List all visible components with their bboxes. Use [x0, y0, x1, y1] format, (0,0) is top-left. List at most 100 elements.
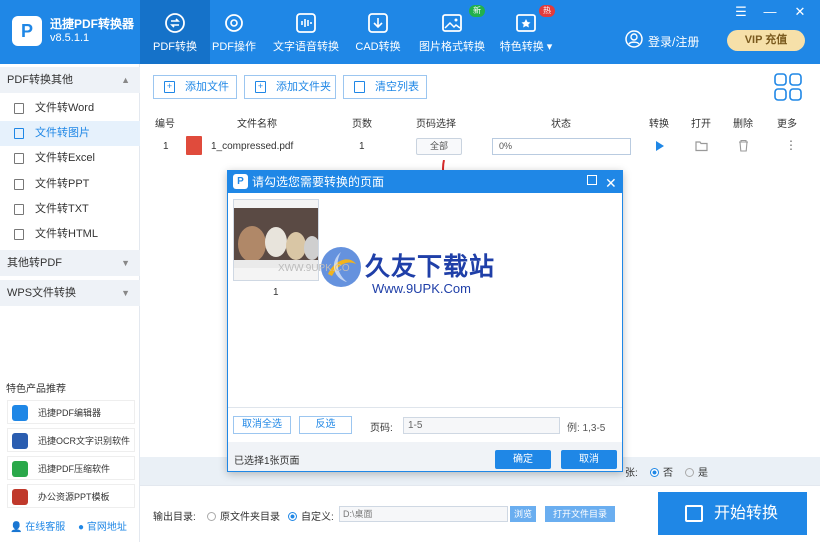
website-link[interactable]: ● 官网地址	[78, 518, 127, 533]
promo-title: 特色产品推荐	[6, 384, 66, 395]
merge-radio-yes[interactable]: 是	[685, 464, 708, 479]
pdf-editor-icon	[12, 405, 28, 421]
tab-label: 特色转换 ▾	[499, 41, 553, 53]
browse-button[interactable]: 浏览	[510, 506, 536, 522]
clear-list-button[interactable]: 清空列表	[343, 75, 427, 99]
promo-label: 迅捷OCR文字识别软件	[38, 436, 130, 446]
page-range-example: 例: 1,3-5	[567, 423, 606, 434]
add-folder-button[interactable]: + 添加文件夹	[244, 75, 336, 99]
sidebar-item-to-image[interactable]: 文件转图片	[0, 121, 140, 146]
grid-view-icon[interactable]	[774, 73, 802, 101]
tab-label: 图片格式转换	[419, 41, 485, 53]
output-bar: 输出目录: 原文件夹目录 自定义: D:\桌面 浏览 打开文件目录 开始转换	[140, 485, 820, 542]
row-index: 1	[163, 141, 169, 152]
app-version: v8.5.1.1	[50, 32, 90, 44]
close-button[interactable]: ✕	[792, 4, 808, 20]
col-pages: 页数	[352, 119, 372, 130]
online-support-link[interactable]: 👤 在线客服	[10, 518, 65, 533]
menu-button[interactable]: ☰	[733, 4, 749, 20]
dialog-cancel-button[interactable]: 取消	[561, 450, 617, 469]
more-icon[interactable]: ⋮	[785, 138, 797, 152]
dialog-close-button[interactable]: ✕	[605, 172, 617, 194]
compress-icon	[12, 461, 28, 477]
col-open: 打开	[691, 119, 711, 130]
ocr-icon	[12, 433, 28, 449]
start-label: 开始转换	[714, 505, 779, 522]
tab-cad-convert[interactable]: CAD转换	[343, 0, 413, 64]
invert-selection-button[interactable]: 反选	[299, 416, 352, 434]
merge-suffix-label: 张:	[625, 468, 638, 479]
page-select-button[interactable]: 全部	[416, 138, 462, 155]
deselect-all-button[interactable]: 取消全选	[233, 416, 291, 434]
sidebar-group-pdf-other[interactable]: PDF转换其他 ▲	[0, 67, 140, 93]
radio-no-label: 否	[663, 468, 673, 479]
output-original-label: 原文件夹目录	[220, 512, 280, 523]
tab-pdf-operate[interactable]: PDF操作	[199, 0, 269, 64]
add-file-button[interactable]: + 添加文件	[153, 75, 237, 99]
file-icon	[14, 204, 24, 215]
trash-icon[interactable]	[738, 139, 749, 152]
new-badge: 新	[469, 5, 485, 17]
watermark-brand: 久友下载站	[365, 253, 496, 281]
hot-badge: 热	[539, 5, 555, 17]
promo-ocr[interactable]: 迅捷OCR文字识别软件	[7, 428, 135, 452]
output-custom-radio[interactable]: 自定义:	[288, 508, 334, 523]
sidebar-group-wps[interactable]: WPS文件转换 ▼	[0, 280, 140, 306]
dialog-title: 请勾选您需要转换的页面	[252, 175, 385, 189]
sidebar: PDF转换其他 ▲ 文件转Word 文件转图片 文件转Excel 文件转PPT 文…	[0, 64, 140, 542]
website-label: 官网地址	[86, 522, 127, 533]
sidebar-item-to-html[interactable]: 文件转HTML	[0, 222, 140, 247]
row-filename: 1_compressed.pdf	[211, 141, 294, 152]
open-dir-button[interactable]: 打开文件目录	[545, 506, 615, 522]
play-icon[interactable]	[655, 140, 665, 152]
folder-icon[interactable]	[695, 140, 709, 152]
radio-dot	[650, 468, 659, 477]
add-file-icon: +	[164, 81, 175, 93]
app-logo: P	[12, 16, 42, 46]
sidebar-group-to-pdf[interactable]: 其他转PDF ▼	[0, 250, 140, 276]
promo-compress[interactable]: 迅捷PDF压缩软件	[7, 456, 135, 480]
trash-icon	[354, 81, 365, 93]
watermark-url: Www.9UPK.Com	[372, 281, 471, 296]
tab-image-convert[interactable]: 图片格式转换 新	[417, 0, 487, 64]
output-path-input[interactable]: D:\桌面	[339, 506, 508, 522]
pdf-convert-icon	[165, 13, 185, 33]
file-icon	[14, 179, 24, 190]
pdf-file-icon	[186, 136, 202, 155]
confirm-button[interactable]: 确定	[495, 450, 551, 469]
vip-recharge-button[interactable]: VIP 充值	[727, 30, 805, 51]
sidebar-item-to-excel[interactable]: 文件转Excel	[0, 146, 140, 171]
promo-ppt-template[interactable]: 办公资源PPT模板	[7, 484, 135, 508]
group-label: 其他转PDF	[7, 257, 62, 269]
minimize-button[interactable]: —	[762, 4, 778, 19]
maximize-icon[interactable]	[587, 175, 597, 185]
tab-label: CAD转换	[355, 41, 401, 53]
dialog-divider	[228, 407, 622, 408]
merge-radio-no[interactable]: 否	[650, 464, 673, 479]
radio-dot	[207, 512, 216, 521]
col-status: 状态	[551, 119, 571, 130]
add-folder-icon: +	[255, 81, 266, 93]
col-index: 编号	[155, 119, 175, 130]
output-original-radio[interactable]: 原文件夹目录	[207, 508, 280, 523]
promo-pdf-editor[interactable]: 迅捷PDF编辑器	[7, 400, 135, 424]
sidebar-item-to-word[interactable]: 文件转Word	[0, 96, 140, 121]
start-convert-button[interactable]: 开始转换	[658, 492, 807, 535]
promo-label: 迅捷PDF编辑器	[38, 408, 102, 418]
item-label: 文件转图片	[35, 127, 90, 139]
login-link[interactable]: 登录/注册	[648, 33, 699, 50]
group-label: PDF转换其他	[7, 74, 73, 86]
dialog-title-bar: P 请勾选您需要转换的页面 ✕	[228, 171, 622, 193]
output-label: 输出目录:	[153, 512, 196, 523]
tab-special-convert[interactable]: 特色转换 ▾ 热	[491, 0, 561, 64]
col-more: 更多	[777, 119, 797, 130]
status-progress: 0%	[492, 138, 631, 155]
toolbar: + 添加文件 + 添加文件夹 清空列表	[140, 64, 820, 109]
tab-voice-convert[interactable]: 文字语音转换	[271, 0, 341, 64]
sidebar-item-to-ppt[interactable]: 文件转PPT	[0, 172, 140, 197]
add-file-label: 添加文件	[185, 81, 229, 93]
app-header: P 迅捷PDF转换器 v8.5.1.1 PDF转换 PDF操作 文字语音转换 C…	[0, 0, 820, 64]
item-label: 文件转TXT	[35, 203, 89, 215]
page-range-input[interactable]: 1-5	[403, 417, 560, 434]
sidebar-item-to-txt[interactable]: 文件转TXT	[0, 197, 140, 222]
